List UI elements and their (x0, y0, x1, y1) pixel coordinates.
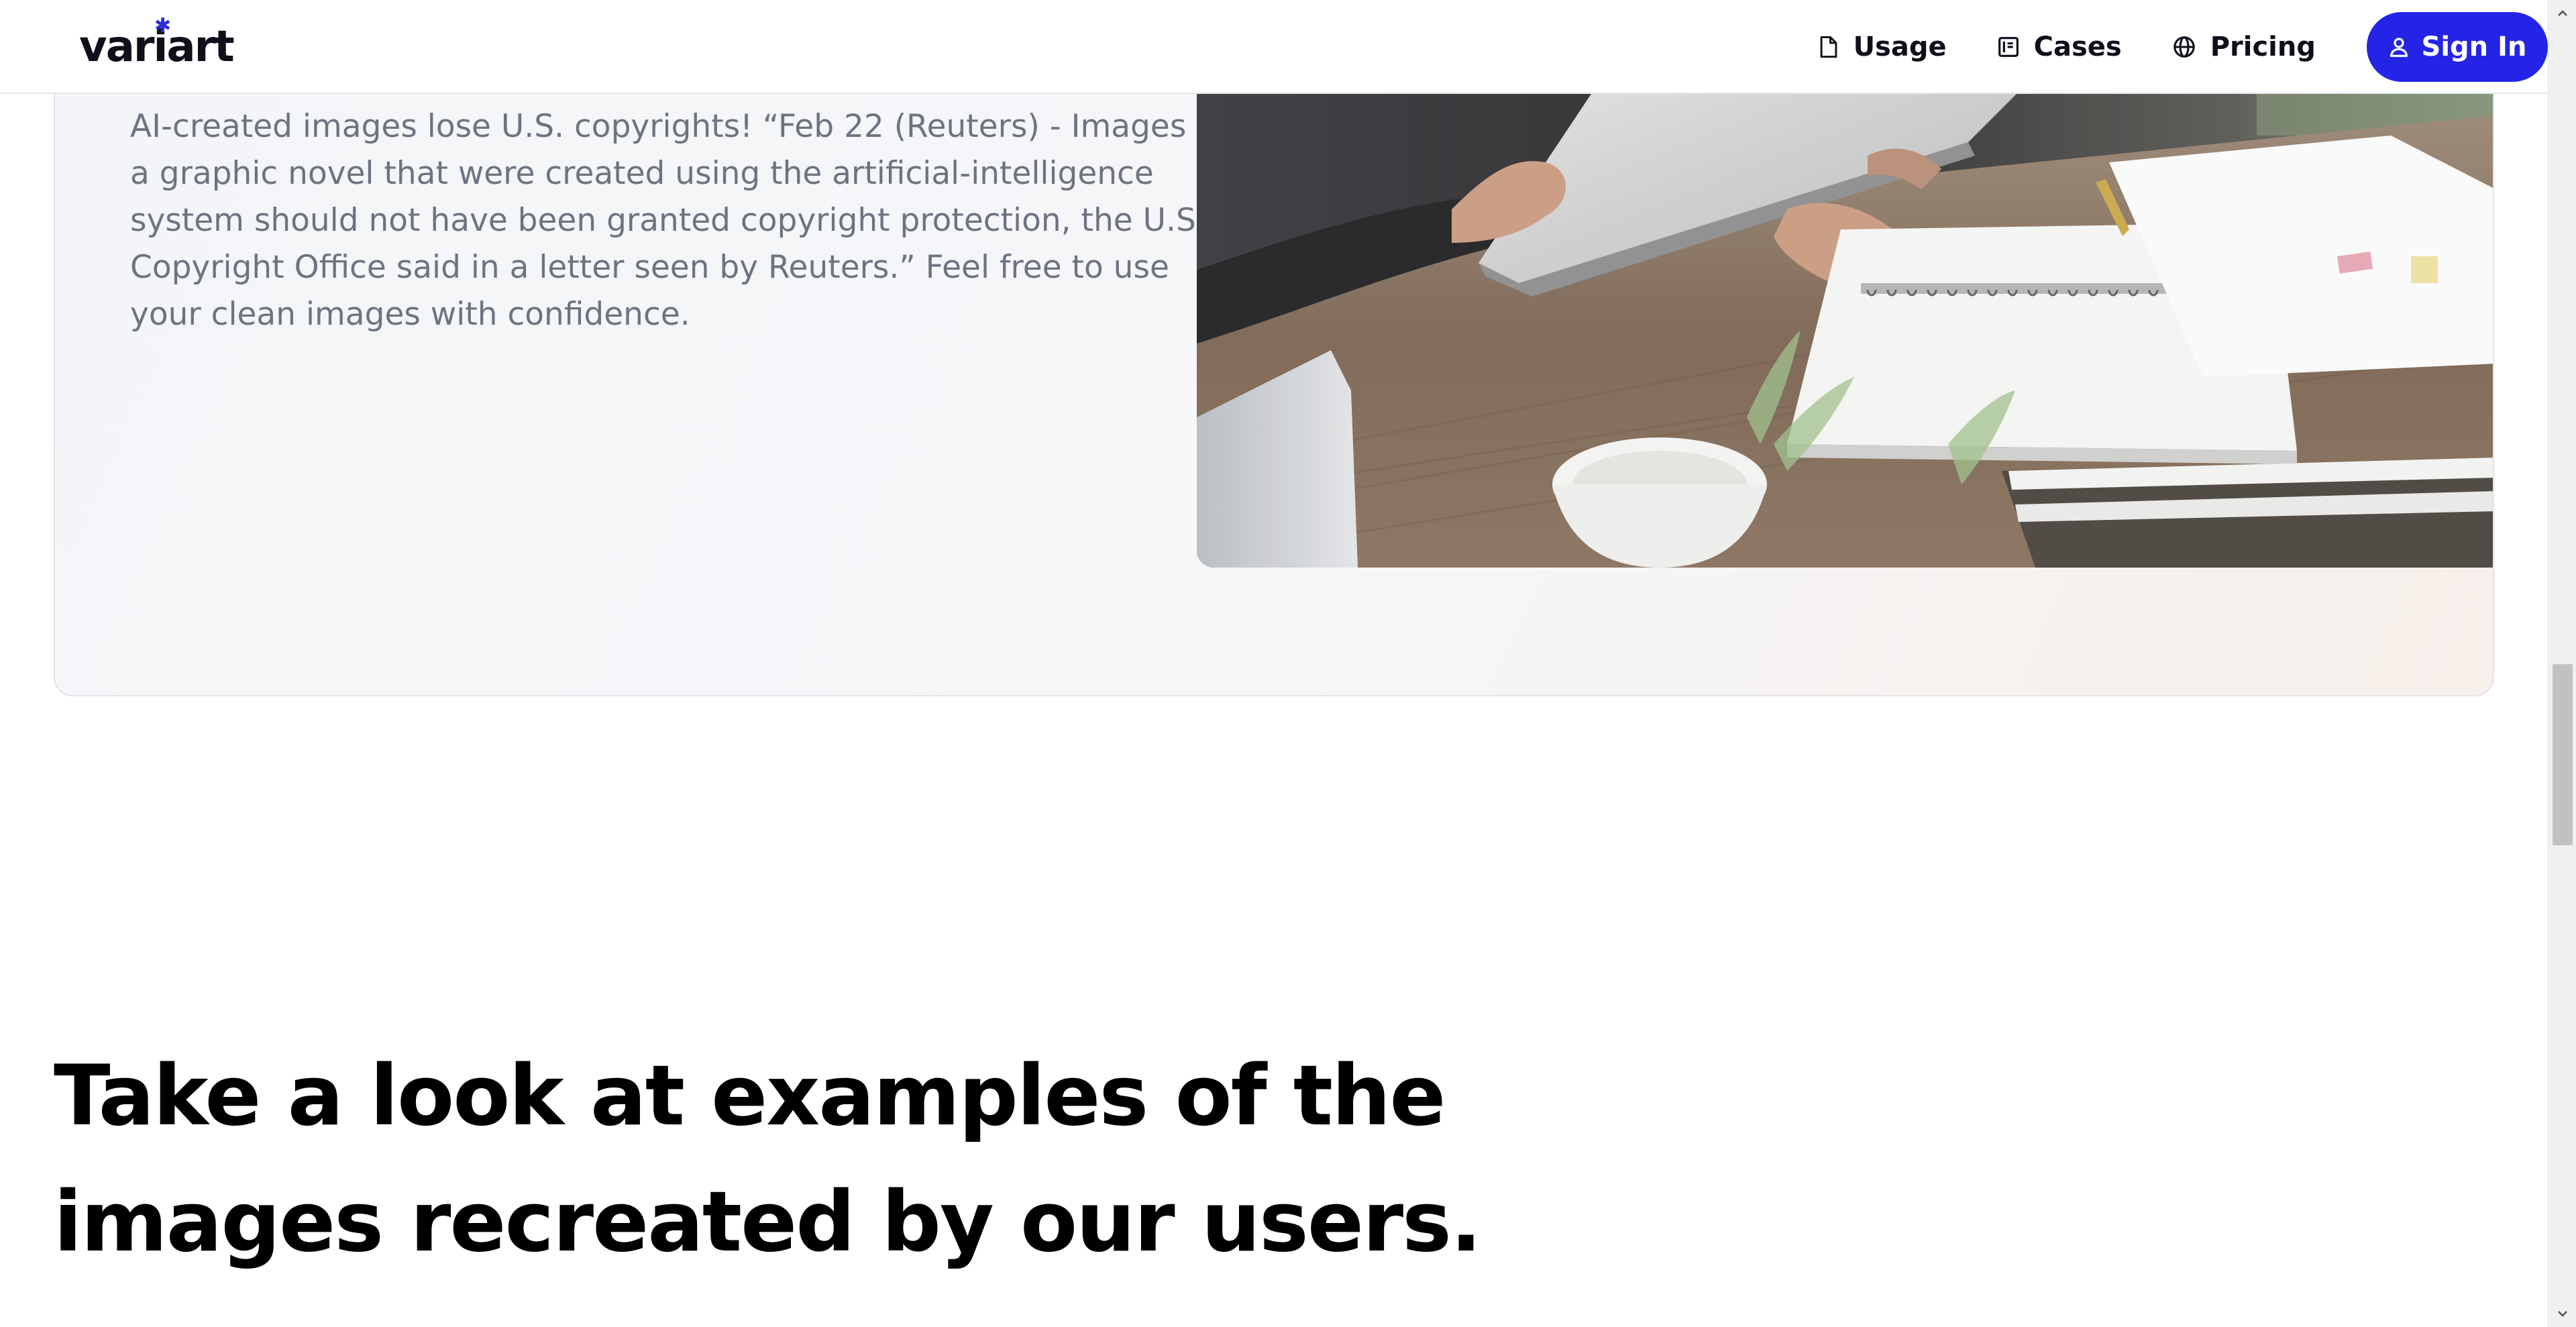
sign-in-label: Sign In (2421, 32, 2527, 62)
nav-item-label: Cases (2033, 32, 2122, 62)
office-desk-photo (1197, 42, 2493, 568)
nav-item-cases[interactable]: Cases (1972, 12, 2147, 82)
nav-menu: Usage Cases Pricing Sign In (1793, 12, 2548, 82)
sign-in-button[interactable]: Sign In (2367, 12, 2548, 82)
nav-item-pricing[interactable]: Pricing (2147, 12, 2341, 82)
page-scrollbar[interactable] (2548, 0, 2576, 1327)
nav-item-label: Pricing (2210, 32, 2316, 62)
document-icon (1820, 36, 1837, 58)
globe-icon (2173, 36, 2195, 58)
card-body-text: AI-created images lose U.S. copyrights! … (130, 108, 1226, 333)
scroll-down-arrow-icon[interactable] (2548, 1300, 2576, 1327)
nav-item-usage[interactable]: Usage (1793, 12, 1972, 82)
top-navbar: variart ✱ Usage Cases Pricing Sign In (0, 0, 2548, 94)
card-photo (1197, 42, 2493, 568)
scrollbar-thumb[interactable] (2553, 664, 2573, 845)
nav-item-label: Usage (1853, 32, 1947, 62)
user-icon (2390, 38, 2408, 57)
feature-card: AI-created images lose U.S. copyrights! … (54, 40, 2494, 696)
brand-logo[interactable]: variart ✱ (79, 16, 235, 74)
scroll-up-arrow-icon[interactable] (2548, 0, 2576, 27)
book-icon (1998, 37, 2019, 57)
logo-star-icon: ✱ (154, 14, 172, 38)
section-heading: Take a look at examples of the images re… (54, 1048, 1482, 1271)
